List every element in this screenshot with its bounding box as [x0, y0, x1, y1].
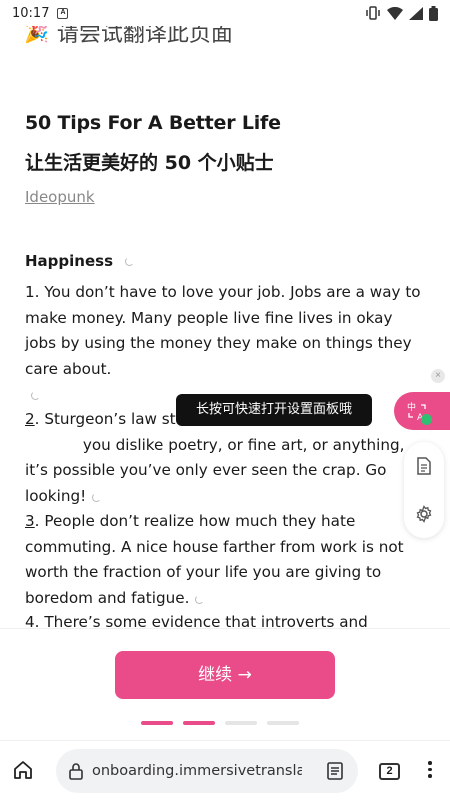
- item-number-link[interactable]: 2: [25, 410, 35, 428]
- step-dot: [267, 721, 299, 725]
- svg-text:中: 中: [407, 401, 416, 413]
- vibrate-icon: [366, 6, 380, 20]
- item-text: There’s some evidence that introverts an…: [44, 613, 368, 628]
- home-icon[interactable]: [12, 759, 34, 781]
- item-number: 4.: [25, 613, 40, 628]
- reader-mode-icon[interactable]: [326, 761, 344, 781]
- url-text[interactable]: onboarding.immersivetranslate.com: [92, 763, 302, 779]
- list-item: 4. There’s some evidence that introverts…: [25, 610, 425, 628]
- overflow-menu-icon[interactable]: [428, 761, 432, 778]
- battery-icon: [429, 5, 438, 21]
- banner-text: 请尝试翻译此页面: [56, 26, 233, 47]
- loading-spinner-icon: [195, 594, 205, 604]
- loading-spinner-icon: [31, 391, 40, 400]
- loading-spinner-icon: [92, 492, 102, 502]
- notification-icon: A: [57, 7, 69, 19]
- step-indicator: [141, 721, 299, 725]
- status-time: 10:17: [12, 5, 50, 21]
- settings-tooltip: 长按可快速打开设置面板哦: [176, 394, 373, 426]
- document-icon[interactable]: [416, 457, 432, 475]
- translate-fab-button[interactable]: 中 A: [394, 392, 450, 430]
- list-item: 3. People don’t realize how much they ha…: [25, 509, 425, 611]
- status-bar: 10:17 A: [0, 0, 450, 26]
- item-text: People don’t realize how much they hate …: [25, 512, 404, 607]
- translate-banner: 🎉 请尝试翻译此页面: [24, 26, 233, 48]
- step-dot: [183, 721, 215, 725]
- item-text: You don’t have to love your job. Jobs ar…: [25, 283, 421, 378]
- item-text: Sturgeon’s law stat: [39, 410, 191, 428]
- step-dot: [141, 721, 173, 725]
- check-badge-icon: [421, 414, 432, 425]
- lock-icon: [69, 763, 83, 780]
- party-icon: 🎉: [24, 26, 49, 44]
- step-dot: [225, 721, 257, 725]
- gear-icon[interactable]: [415, 505, 433, 523]
- close-icon[interactable]: ×: [431, 369, 445, 383]
- section-heading: Happiness: [25, 252, 135, 270]
- browser-toolbar: onboarding.immersivetranslate.com 2: [0, 740, 450, 800]
- section-heading-text: Happiness: [25, 252, 114, 270]
- item-number: 1.: [25, 283, 40, 301]
- signal-icon: [409, 6, 423, 20]
- wifi-icon: [387, 6, 403, 20]
- side-tools-panel: [404, 442, 444, 538]
- item-text-cont: you dislike poetry, or fine art, or anyt…: [25, 435, 405, 505]
- onboarding-footer: 继续 →: [0, 628, 450, 740]
- page-content[interactable]: 🎉 请尝试翻译此页面 50 Tips For A Better Life 让生活…: [0, 26, 450, 628]
- continue-button[interactable]: 继续 →: [115, 651, 335, 699]
- url-bar[interactable]: onboarding.immersivetranslate.com: [56, 749, 358, 793]
- status-icons: [365, 5, 438, 21]
- loading-spinner-icon: [125, 256, 135, 266]
- article-title-zh: 让生活更美好的 50 个小贴士: [25, 152, 274, 174]
- author-link[interactable]: Ideopunk: [25, 188, 95, 206]
- article-title-en: 50 Tips For A Better Life: [25, 112, 281, 134]
- list-item: 1. You don’t have to love your job. Jobs…: [25, 280, 425, 408]
- tab-switcher-button[interactable]: 2: [379, 763, 400, 780]
- item-number-link[interactable]: 3: [25, 512, 35, 530]
